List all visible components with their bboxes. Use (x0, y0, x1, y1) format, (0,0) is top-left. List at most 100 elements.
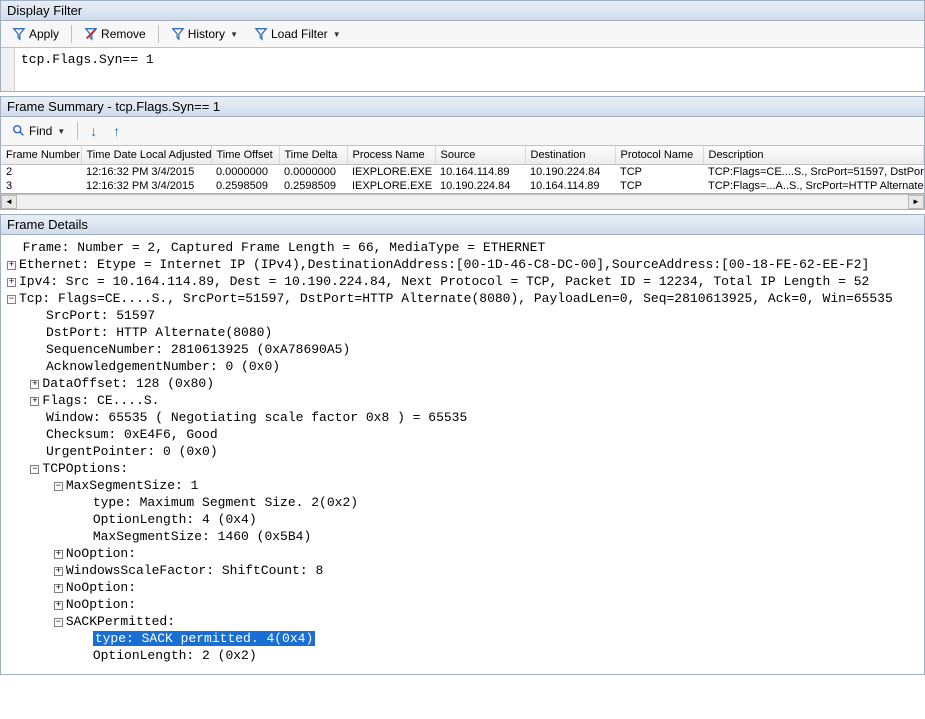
column-header[interactable]: Source (435, 146, 525, 165)
frame-details-tree[interactable]: Frame: Number = 2, Captured Frame Length… (0, 235, 925, 675)
tree-node-text: SrcPort: 51597 (30, 308, 155, 323)
tree-node[interactable]: SequenceNumber: 2810613925 (0xA78690A5) (1, 341, 924, 358)
expand-icon[interactable]: + (30, 397, 39, 406)
tree-node[interactable]: −SACKPermitted: (1, 613, 924, 630)
apply-button[interactable]: Apply (6, 24, 65, 44)
column-header[interactable]: Destination (525, 146, 615, 165)
remove-icon (84, 27, 98, 41)
tree-node[interactable]: +DataOffset: 128 (0x80) (1, 375, 924, 392)
tree-node-text: Window: 65535 ( Negotiating scale factor… (30, 410, 467, 425)
table-cell: TCP (615, 179, 703, 193)
tree-node-text: DataOffset: 128 (0x80) (42, 376, 214, 391)
tree-node-text: NoOption: (66, 546, 136, 561)
frame-summary-toolbar: Find ▼ ↓ ↑ (0, 117, 925, 146)
scroll-right-button[interactable]: ► (908, 195, 924, 209)
tree-node[interactable]: type: SACK permitted. 4(0x4) (1, 630, 924, 647)
load-filter-button[interactable]: Load Filter ▼ (248, 24, 347, 44)
collapse-icon[interactable]: − (30, 465, 39, 474)
tree-node-text: NoOption: (66, 580, 136, 595)
tree-node[interactable]: −TCPOptions: (1, 460, 924, 477)
tree-node[interactable]: +Flags: CE....S. (1, 392, 924, 409)
display-filter-header: Display Filter (0, 0, 925, 21)
scroll-left-button[interactable]: ◄ (1, 195, 17, 209)
expand-icon[interactable]: + (54, 550, 63, 559)
tree-node[interactable]: AcknowledgementNumber: 0 (0x0) (1, 358, 924, 375)
tree-node[interactable]: +NoOption: (1, 596, 924, 613)
filter-expression-text: tcp.Flags.Syn== 1 (21, 52, 154, 87)
tree-node-text: type: Maximum Segment Size. 2(0x2) (77, 495, 358, 510)
tree-node[interactable]: +Ipv4: Src = 10.164.114.89, Dest = 10.19… (1, 273, 924, 290)
table-cell: IEXPLORE.EXE (347, 179, 435, 193)
history-icon (171, 27, 185, 41)
tree-node[interactable]: SrcPort: 51597 (1, 307, 924, 324)
load-filter-icon (254, 27, 268, 41)
collapse-icon[interactable]: − (7, 295, 16, 304)
tree-node[interactable]: Window: 65535 ( Negotiating scale factor… (1, 409, 924, 426)
horizontal-scrollbar[interactable]: ◄ ► (0, 194, 925, 210)
column-header[interactable]: Process Name (347, 146, 435, 165)
toolbar-separator (158, 25, 159, 43)
tree-node-text: SequenceNumber: 2810613925 (0xA78690A5) (30, 342, 350, 357)
load-filter-label: Load Filter (271, 27, 328, 41)
tree-node[interactable]: OptionLength: 4 (0x4) (1, 511, 924, 528)
frame-details-header: Frame Details (0, 214, 925, 235)
frame-summary-header: Frame Summary - tcp.Flags.Syn== 1 (0, 96, 925, 117)
column-header[interactable]: Description (703, 146, 924, 165)
tree-node-text: OptionLength: 2 (0x2) (77, 648, 256, 663)
history-button[interactable]: History ▼ (165, 24, 244, 44)
expand-icon[interactable]: + (54, 584, 63, 593)
tree-node-text: Frame: Number = 2, Captured Frame Length… (7, 240, 545, 255)
tree-node[interactable]: −Tcp: Flags=CE....S., SrcPort=51597, Dst… (1, 290, 924, 307)
column-header[interactable]: Time Date Local Adjusted (81, 146, 211, 165)
table-cell: IEXPLORE.EXE (347, 165, 435, 180)
next-button[interactable]: ↓ (84, 120, 103, 142)
column-header[interactable]: Protocol Name (615, 146, 703, 165)
table-cell: 12:16:32 PM 3/4/2015 (81, 179, 211, 193)
column-header[interactable]: Time Delta (279, 146, 347, 165)
prev-button[interactable]: ↑ (107, 120, 126, 142)
table-row[interactable]: 312:16:32 PM 3/4/20150.25985090.2598509I… (1, 179, 924, 193)
tree-node-text: Flags: CE....S. (42, 393, 159, 408)
toolbar-separator (71, 25, 72, 43)
collapse-icon[interactable]: − (54, 618, 63, 627)
tree-node[interactable]: +NoOption: (1, 545, 924, 562)
expand-icon[interactable]: + (54, 567, 63, 576)
history-label: History (188, 27, 225, 41)
tree-node[interactable]: MaxSegmentSize: 1460 (0x5B4) (1, 528, 924, 545)
dropdown-arrow-icon: ▼ (333, 30, 341, 39)
table-cell: 12:16:32 PM 3/4/2015 (81, 165, 211, 180)
frame-summary-grid[interactable]: Frame NumberTime Date Local AdjustedTime… (0, 146, 925, 194)
column-header[interactable]: Frame Number (1, 146, 81, 165)
table-cell: 3 (1, 179, 81, 193)
filter-expression-input[interactable]: tcp.Flags.Syn== 1 (0, 48, 925, 92)
tree-node[interactable]: OptionLength: 2 (0x2) (1, 647, 924, 664)
tree-node-text: MaxSegmentSize: 1460 (0x5B4) (77, 529, 311, 544)
expand-icon[interactable]: + (7, 261, 16, 270)
tree-node[interactable]: type: Maximum Segment Size. 2(0x2) (1, 494, 924, 511)
expand-icon[interactable]: + (7, 278, 16, 287)
find-label: Find (29, 124, 52, 138)
tree-node[interactable]: UrgentPointer: 0 (0x0) (1, 443, 924, 460)
table-cell: 10.164.114.89 (525, 179, 615, 193)
tree-node[interactable]: Frame: Number = 2, Captured Frame Length… (1, 239, 924, 256)
table-row[interactable]: 212:16:32 PM 3/4/20150.00000000.0000000I… (1, 165, 924, 180)
remove-button[interactable]: Remove (78, 24, 152, 44)
tree-node-text: AcknowledgementNumber: 0 (0x0) (30, 359, 280, 374)
collapse-icon[interactable]: − (54, 482, 63, 491)
column-header[interactable]: Time Offset (211, 146, 279, 165)
expand-icon[interactable]: + (30, 380, 39, 389)
tree-node-text: TCPOptions: (42, 461, 128, 476)
tree-node[interactable]: Checksum: 0xE4F6, Good (1, 426, 924, 443)
tree-node[interactable]: +NoOption: (1, 579, 924, 596)
tree-node[interactable]: −MaxSegmentSize: 1 (1, 477, 924, 494)
tree-node[interactable]: DstPort: HTTP Alternate(8080) (1, 324, 924, 341)
tree-node[interactable]: +WindowsScaleFactor: ShiftCount: 8 (1, 562, 924, 579)
tree-node-text: SACKPermitted: (66, 614, 175, 629)
find-button[interactable]: Find ▼ (6, 121, 71, 141)
tree-node[interactable]: +Ethernet: Etype = Internet IP (IPv4),De… (1, 256, 924, 273)
apply-label: Apply (29, 27, 59, 41)
tree-node-text: Checksum: 0xE4F6, Good (30, 427, 217, 442)
tree-node-text: DstPort: HTTP Alternate(8080) (30, 325, 272, 340)
expand-icon[interactable]: + (54, 601, 63, 610)
table-cell: 0.2598509 (279, 179, 347, 193)
